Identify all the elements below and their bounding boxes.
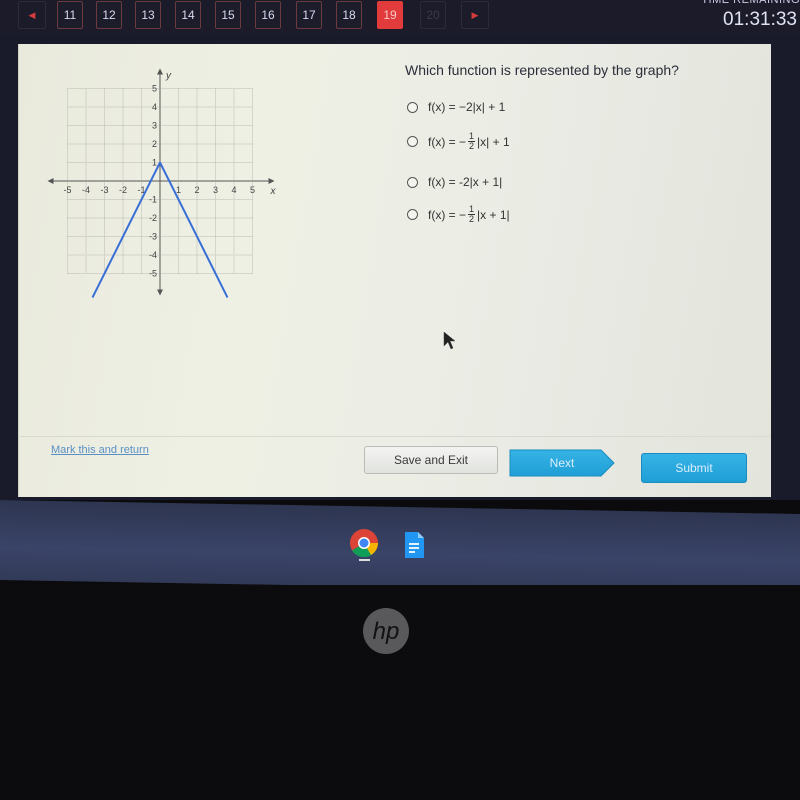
submit-button[interactable]: Submit — [641, 453, 747, 483]
x-tick-label: -2 — [119, 185, 127, 195]
answer-option-3[interactable]: f(x) = -2|x + 1| — [407, 175, 502, 189]
y-tick-label: 2 — [152, 139, 157, 149]
option-text-suffix: |x| + 1 — [477, 134, 510, 149]
y-tick-label: 1 — [152, 158, 157, 168]
question-12-button[interactable]: 12 — [96, 1, 122, 29]
question-11-button[interactable]: 11 — [57, 1, 83, 29]
x-tick-label: -4 — [82, 185, 90, 195]
question-18-button[interactable]: 18 — [336, 1, 362, 29]
time-remaining-value: 01:31:33 — [723, 9, 797, 30]
question-16-button[interactable]: 16 — [255, 1, 281, 29]
active-app-indicator — [359, 559, 370, 561]
save-and-exit-button[interactable]: Save and Exit — [364, 446, 498, 474]
y-tick-label: -1 — [149, 195, 157, 205]
x-tick-label: 1 — [176, 185, 181, 195]
next-question-button[interactable]: ▶ — [461, 1, 489, 29]
y-tick-label: 3 — [152, 121, 157, 131]
x-axis-arrow-left — [47, 178, 54, 184]
y-tick-label: -3 — [149, 232, 157, 242]
chrome-icon[interactable] — [349, 528, 379, 558]
function-line-right — [159, 162, 229, 298]
question-19-button[interactable]: 19 — [377, 1, 403, 29]
x-tick-label: -3 — [100, 185, 108, 195]
y-axis-arrow-down — [157, 289, 163, 296]
option-text: f(x) = −2|x| + 1 — [428, 100, 506, 114]
left-arrow-icon: ◀ — [28, 10, 36, 20]
radio-button[interactable] — [407, 101, 418, 113]
fraction: 1 2 — [468, 132, 476, 151]
question-17-button[interactable]: 17 — [296, 1, 322, 29]
x-axis-label: x — [270, 186, 277, 197]
x-tick-label: 5 — [250, 185, 255, 195]
x-tick-label: 2 — [194, 185, 199, 195]
answer-option-1[interactable]: f(x) = −2|x| + 1 — [407, 100, 505, 114]
y-tick-label: -4 — [149, 250, 157, 260]
question-prompt: Which function is represented by the gra… — [405, 62, 679, 78]
x-tick-label: 3 — [213, 185, 218, 195]
question-15-button[interactable]: 15 — [215, 1, 241, 29]
right-arrow-icon: ▶ — [471, 10, 479, 20]
hp-logo-text: hp — [373, 618, 400, 645]
question-20-button[interactable]: 20 — [420, 1, 446, 29]
time-remaining-label: TIME REMAINING — [701, 0, 800, 6]
screen: ◀ 11 12 13 14 15 16 17 18 19 20 ▶ TIME R… — [0, 0, 800, 500]
answer-option-4[interactable]: f(x) = − 1 2 |x + 1| — [407, 205, 510, 224]
y-tick-label: -5 — [149, 269, 157, 279]
fraction-denominator: 2 — [469, 214, 475, 224]
function-graph: -5 -4 -3 -2 -1 1 2 3 4 554321-1-2-3-4-5xy — [47, 68, 277, 298]
radio-button[interactable] — [407, 209, 418, 220]
fraction: 1 2 — [468, 205, 476, 224]
y-tick-label: -2 — [149, 213, 157, 223]
y-axis-arrow-up — [157, 68, 163, 75]
option-text-prefix: f(x) = − — [428, 134, 467, 149]
fraction-denominator: 2 — [469, 141, 475, 151]
y-tick-label: 5 — [152, 84, 157, 94]
x-axis-arrow-right — [268, 178, 275, 184]
google-docs-icon[interactable] — [403, 531, 425, 559]
question-nav-bar: ◀ 11 12 13 14 15 16 17 18 19 20 ▶ TIME R… — [0, 0, 800, 36]
next-button-label: Next — [549, 456, 575, 470]
y-tick-label: 4 — [152, 102, 157, 112]
x-tick-label: 4 — [231, 185, 236, 195]
x-tick-label: -5 — [63, 185, 71, 195]
prev-question-button[interactable]: ◀ — [18, 1, 46, 29]
question-14-button[interactable]: 14 — [175, 1, 201, 29]
hp-logo-icon: hp — [363, 608, 409, 654]
option-text-suffix: |x + 1| — [477, 207, 510, 222]
radio-button[interactable] — [407, 176, 418, 188]
question-panel: -5 -4 -3 -2 -1 1 2 3 4 5 5 4 3 2 1 -1 -2 -3 -4 -5 x y Which f… — [18, 44, 771, 497]
taskbar — [0, 500, 800, 594]
next-button[interactable]: Next — [509, 449, 615, 477]
question-13-button[interactable]: 13 — [135, 1, 161, 29]
mark-and-return-link[interactable]: Mark this and return — [51, 444, 149, 456]
option-text-prefix: f(x) = − — [428, 207, 467, 222]
footer-divider — [19, 436, 771, 437]
mouse-cursor-icon — [443, 331, 456, 350]
answer-option-2[interactable]: f(x) = − 1 2 |x| + 1 — [407, 132, 510, 151]
radio-button[interactable] — [407, 136, 418, 147]
option-text: f(x) = -2|x + 1| — [428, 175, 503, 189]
y-axis-label: y — [165, 71, 172, 82]
